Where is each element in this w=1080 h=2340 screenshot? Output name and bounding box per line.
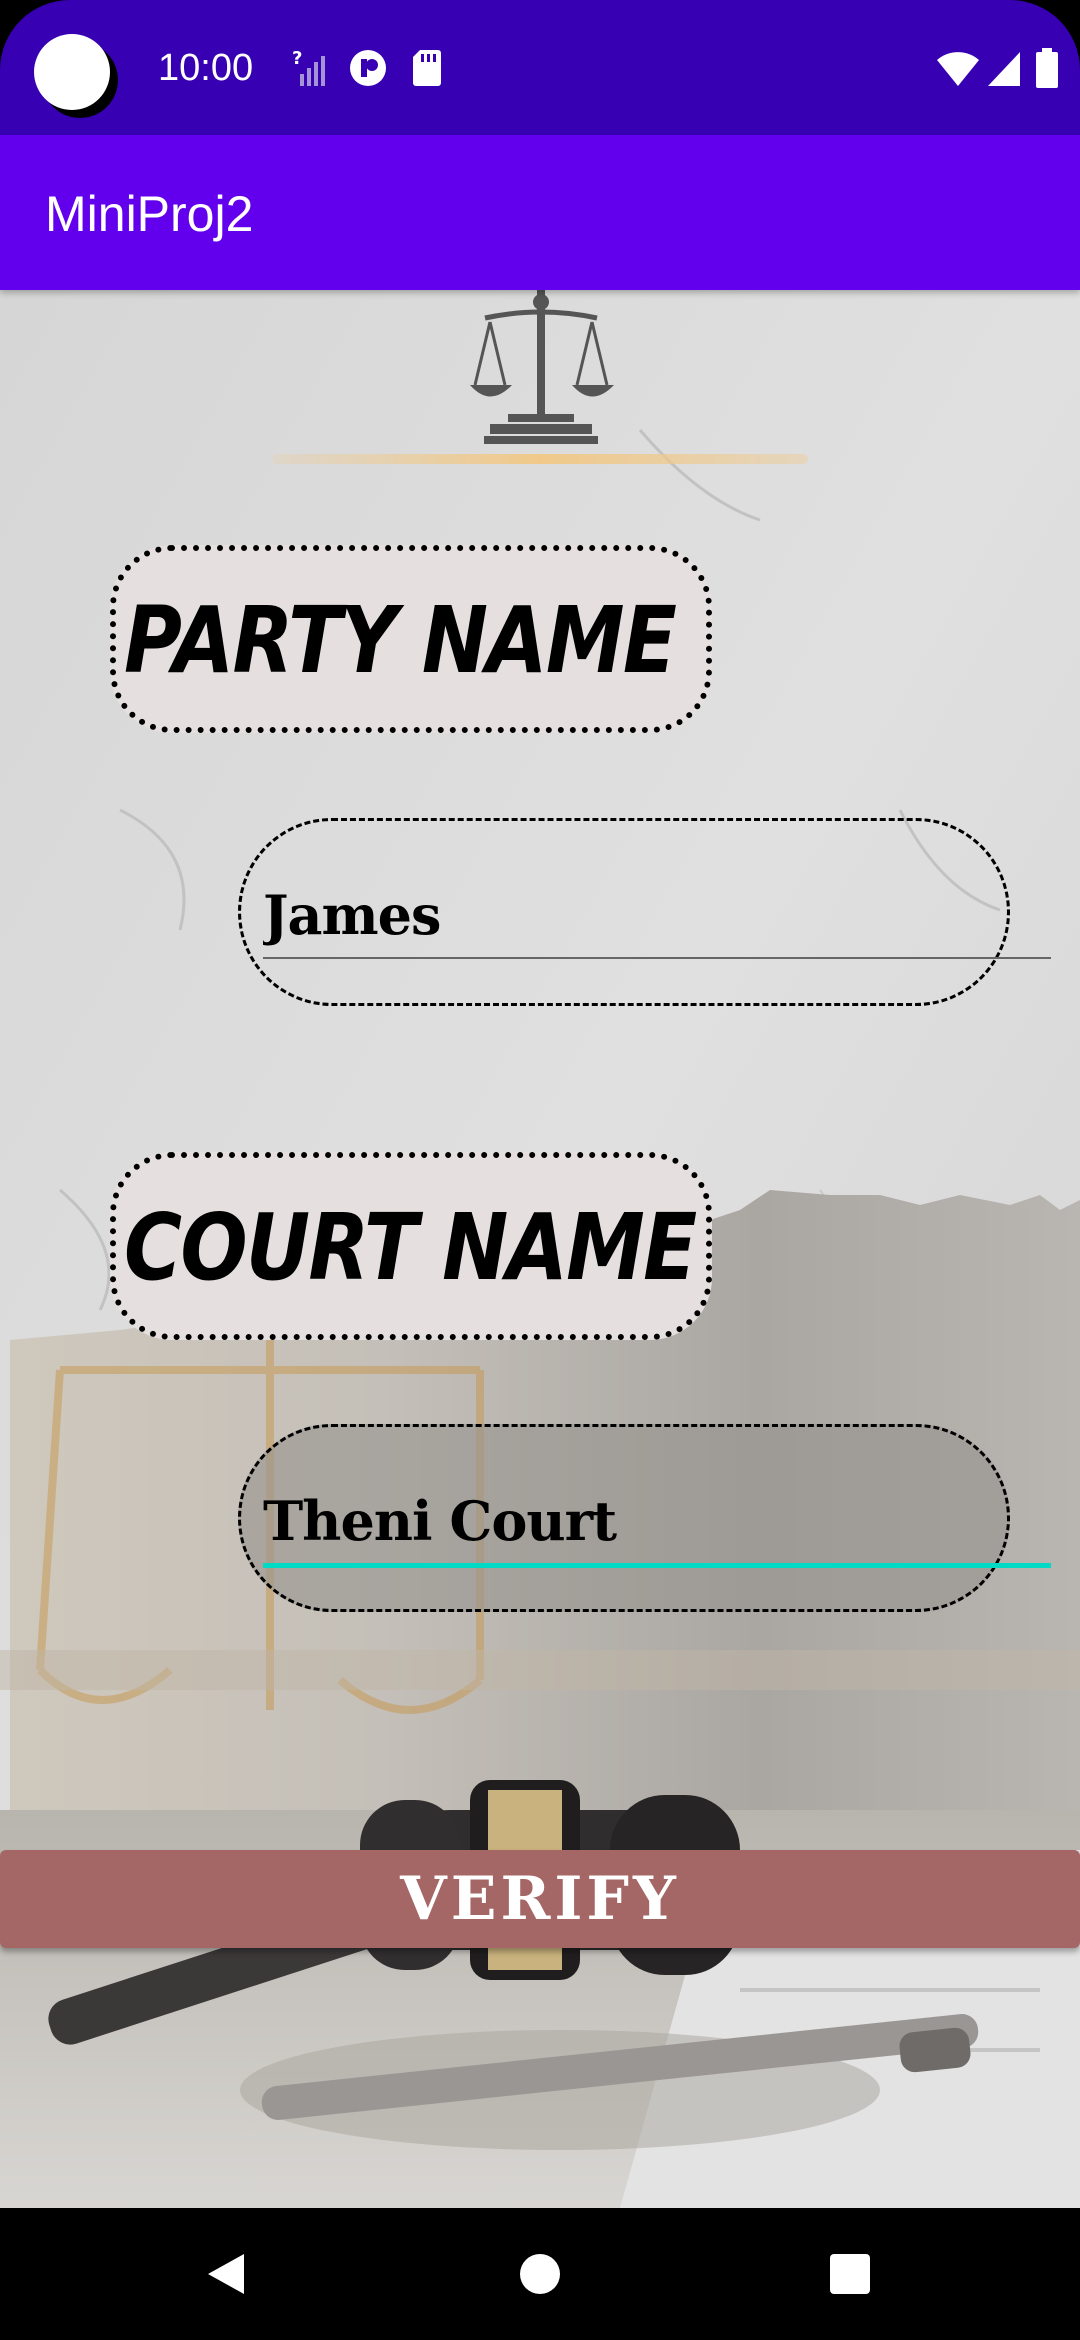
court-name-field[interactable] [238,1424,1055,1612]
recents-icon [830,2254,870,2294]
back-button[interactable] [146,2208,306,2340]
recents-button[interactable] [770,2208,930,2340]
status-bar: 10:00 ? [0,0,1080,135]
signal-unknown-icon: ? [292,48,325,86]
status-time: 10:00 [158,47,254,89]
back-icon [208,2254,244,2294]
party-name-underline [263,957,1051,959]
svg-text:?: ? [292,48,302,69]
court-name-underline-focused [263,1563,1051,1568]
navigation-bar [0,2208,1080,2340]
home-button[interactable] [460,2208,620,2340]
cell-signal-icon [988,52,1020,86]
battery-icon [1036,48,1058,88]
wifi-icon [937,52,979,86]
court-name-label-box: COURT NAME [110,1152,712,1340]
camera-cutout [34,34,110,110]
sd-card-icon [413,50,441,86]
main-content: PARTY NAME COURT NAME VERIFY [0,290,1080,2208]
app-title: MiniProj2 [45,186,254,242]
vpn-icon [350,50,386,86]
court-name-label: COURT NAME [124,1194,697,1301]
party-name-field[interactable] [238,818,1055,1006]
title-underline-decoration [272,454,808,464]
app-bar: MiniProj2 [0,135,1080,290]
home-icon [520,2254,560,2294]
party-name-label-box: PARTY NAME [110,545,712,733]
party-name-input[interactable] [263,875,1055,955]
court-name-input[interactable] [263,1481,1055,1561]
verify-button[interactable]: VERIFY [0,1850,1080,1948]
phone-screen: 10:00 ? MiniProj2 PARTY NAME James COURT… [0,0,1080,2340]
party-name-label: PARTY NAME [124,587,677,694]
